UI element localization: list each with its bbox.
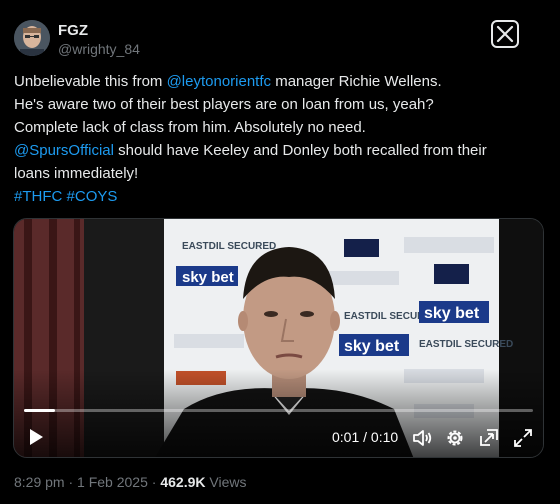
meta-dot: · xyxy=(64,474,78,490)
tweet-text-segment: Complete lack of class from him. Absolut… xyxy=(14,119,366,136)
video-frame: EASTDIL SECURED sky bet EASTDIL SECURED … xyxy=(14,219,543,457)
views-label: Views xyxy=(205,474,247,490)
svg-text:sky bet: sky bet xyxy=(344,338,400,355)
duration: 0:10 xyxy=(370,429,399,445)
hashtag-link[interactable]: #THFC xyxy=(14,188,62,205)
tweet-date[interactable]: 1 Feb 2025 xyxy=(77,474,148,490)
author-handle[interactable]: @wrighty_84 xyxy=(58,41,140,57)
author-name[interactable]: FGZ xyxy=(58,22,88,39)
tweet-text: Unbelievable this from @leytonorientfc m… xyxy=(14,70,544,208)
tweet-meta: 8:29 pm · 1 Feb 2025 · 462.9K Views xyxy=(14,474,246,490)
video-time: 0:01 / 0:10 xyxy=(332,429,398,445)
board-text: EASTDIL SECURED xyxy=(182,241,276,252)
current-time: 0:01 xyxy=(332,429,360,445)
mention-link[interactable]: @leytonorientfc xyxy=(167,73,271,90)
x-logo-icon[interactable] xyxy=(491,20,519,48)
tweet-line: Unbelievable this from @leytonorientfc m… xyxy=(14,70,544,93)
tweet-line: #THFC #COYS xyxy=(14,185,544,208)
svg-text:sky bet: sky bet xyxy=(424,305,480,322)
time-separator: / xyxy=(359,429,371,445)
pip-icon[interactable] xyxy=(478,427,500,449)
avatar[interactable] xyxy=(14,20,50,56)
tweet-line: @SpursOfficial should have Keeley and Do… xyxy=(14,139,544,162)
volume-icon[interactable] xyxy=(411,427,433,449)
tweet-text-segment: loans immediately! xyxy=(14,165,139,182)
mention-link[interactable]: @SpursOfficial xyxy=(14,142,114,159)
tweet-text-segment: He's aware two of their best players are… xyxy=(14,96,434,113)
tweet-time[interactable]: 8:29 pm xyxy=(14,474,65,490)
settings-icon[interactable] xyxy=(444,427,466,449)
svg-text:sky bet: sky bet xyxy=(182,269,234,286)
video-player[interactable]: EASTDIL SECURED sky bet EASTDIL SECURED … xyxy=(13,218,544,458)
svg-text:EASTDIL SECURED: EASTDIL SECURED xyxy=(419,339,513,350)
fullscreen-icon[interactable] xyxy=(512,427,534,449)
meta-dot-2: · xyxy=(147,474,161,490)
play-icon[interactable] xyxy=(26,427,46,447)
hashtag-link[interactable]: #COYS xyxy=(67,188,118,205)
tweet-text-segment: manager Richie Wellens. xyxy=(271,73,442,90)
tweet-text-segment: Unbelievable this from xyxy=(14,73,167,90)
tweet-line: Complete lack of class from him. Absolut… xyxy=(14,116,544,139)
tweet-text-segment: should have Keeley and Donley both recal… xyxy=(113,142,487,159)
avatar-image xyxy=(14,20,50,56)
views-count: 462.9K xyxy=(160,474,206,490)
video-progress-fill xyxy=(24,409,55,412)
tweet-line: He's aware two of their best players are… xyxy=(14,93,544,116)
tweet-line: loans immediately! xyxy=(14,162,544,185)
video-progress-bar[interactable] xyxy=(24,409,533,412)
